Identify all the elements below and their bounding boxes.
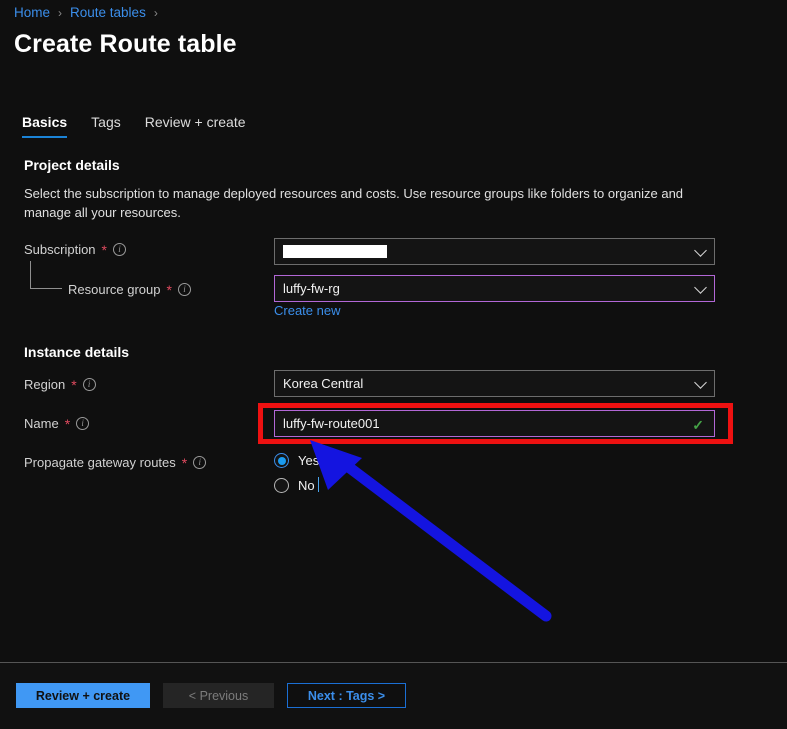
required-marker: *: [181, 454, 188, 471]
subscription-value-redacted: [283, 245, 387, 258]
name-label: Name * i: [24, 415, 90, 432]
breadcrumb-item-home[interactable]: Home: [14, 5, 50, 20]
region-label-text: Region: [24, 377, 66, 392]
breadcrumb-item-route-tables[interactable]: Route tables: [70, 5, 146, 20]
info-icon[interactable]: i: [193, 456, 207, 469]
name-input-box[interactable]: luffy-fw-route001 ✓: [274, 410, 715, 437]
radio-option-no[interactable]: No: [274, 473, 319, 498]
breadcrumb: Home › Route tables ›: [14, 5, 158, 20]
info-icon[interactable]: i: [113, 243, 126, 256]
propagate-label-text: Propagate gateway routes: [24, 455, 176, 470]
tab-bar: Basics Tags Review + create: [22, 114, 246, 138]
chevron-down-icon: [694, 375, 707, 389]
tab-tags[interactable]: Tags: [91, 114, 121, 138]
region-label: Region * i: [24, 377, 96, 392]
region-value: Korea Central: [283, 376, 364, 391]
subscription-label: Subscription * i: [24, 242, 126, 257]
next-tags-button[interactable]: Next : Tags >: [287, 683, 406, 708]
required-marker: *: [101, 241, 107, 258]
region-dropdown-box[interactable]: Korea Central: [274, 370, 715, 397]
resource-group-value: luffy-fw-rg: [283, 281, 340, 296]
subscription-dropdown[interactable]: [274, 238, 715, 265]
chevron-right-icon: ›: [58, 5, 63, 20]
tab-basics[interactable]: Basics: [22, 114, 68, 138]
chevron-right-icon: ›: [153, 5, 158, 20]
propagate-gateway-routes-label: Propagate gateway routes * i: [24, 454, 207, 471]
name-input[interactable]: luffy-fw-route001 ✓: [274, 410, 715, 437]
radio-no-label: No: [298, 477, 319, 493]
annotation-arrow: [310, 440, 552, 622]
create-new-resource-group-link[interactable]: Create new: [274, 303, 340, 318]
name-value: luffy-fw-route001: [283, 416, 380, 431]
instance-details-heading: Instance details: [24, 344, 130, 360]
resource-group-dropdown[interactable]: luffy-fw-rg: [274, 275, 715, 302]
subscription-label-text: Subscription: [24, 242, 96, 257]
region-dropdown[interactable]: Korea Central: [274, 370, 715, 397]
name-label-text: Name: [24, 416, 59, 431]
project-details-heading: Project details: [24, 157, 120, 173]
subscription-dropdown-box[interactable]: [274, 238, 715, 265]
resource-group-label: Resource group * i: [68, 282, 191, 297]
resource-group-tree-connector: [30, 261, 62, 289]
checkmark-icon: ✓: [692, 416, 704, 433]
info-icon[interactable]: i: [177, 283, 191, 296]
propagate-gateway-routes-radio-group: Yes No: [274, 448, 319, 498]
info-icon[interactable]: i: [82, 378, 96, 391]
create-route-table-page: Home › Route tables › Create Route table…: [0, 0, 787, 729]
chevron-down-icon: [694, 243, 707, 257]
tab-review-create[interactable]: Review + create: [145, 114, 246, 138]
required-marker: *: [71, 376, 77, 393]
chevron-down-icon: [694, 280, 707, 294]
project-details-description: Select the subscription to manage deploy…: [24, 186, 684, 220]
page-title: Create Route table: [14, 30, 237, 58]
radio-option-yes[interactable]: Yes: [274, 448, 319, 473]
required-marker: *: [166, 281, 172, 298]
radio-yes-label: Yes: [298, 453, 320, 468]
info-icon[interactable]: i: [76, 417, 90, 430]
resource-group-dropdown-box[interactable]: luffy-fw-rg: [274, 275, 715, 302]
radio-no-indicator[interactable]: [274, 478, 289, 493]
required-marker: *: [64, 415, 71, 432]
review-create-button[interactable]: Review + create: [16, 683, 150, 708]
previous-button[interactable]: < Previous: [163, 683, 274, 708]
text-caret: [317, 477, 319, 492]
resource-group-label-text: Resource group: [68, 282, 161, 297]
radio-no-label-text: No: [298, 478, 315, 493]
radio-yes-indicator[interactable]: [274, 453, 289, 468]
